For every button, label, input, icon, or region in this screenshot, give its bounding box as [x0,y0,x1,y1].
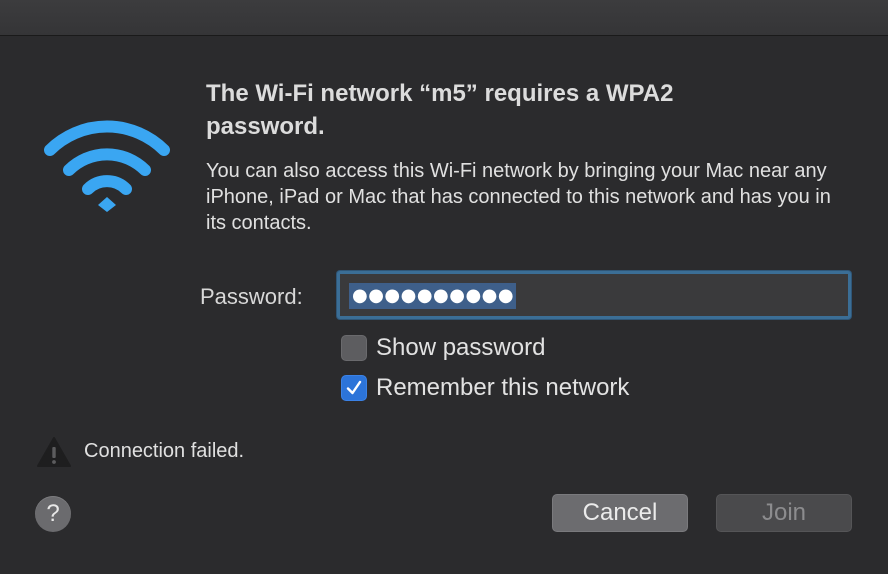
dialog-heading: The Wi-Fi network “m5” requires a WPA2 p… [206,80,674,140]
show-password-option[interactable]: Show password [341,333,545,363]
cancel-button[interactable]: Cancel [552,494,688,532]
password-input[interactable]: ●●●●●●●●●● [337,271,851,319]
checkmark-icon [346,380,362,395]
window-titlebar [0,0,888,36]
wifi-icon [44,120,170,212]
password-label: Password: [200,284,303,309]
remember-network-label[interactable]: Remember this network [376,374,629,402]
wifi-password-dialog: The Wi-Fi network “m5” requires a WPA2 p… [0,36,888,574]
remember-network-option[interactable]: Remember this network [341,373,629,403]
password-masked-value: ●●●●●●●●●● [349,283,517,309]
warning-icon [37,437,71,467]
join-button[interactable]: Join [716,494,852,532]
dialog-description: You can also access this Wi-Fi network b… [206,160,831,234]
show-password-checkbox[interactable] [341,335,367,361]
help-button[interactable]: ? [35,496,71,532]
remember-network-checkbox[interactable] [341,375,367,401]
connection-status: Connection failed. [84,440,245,462]
show-password-label[interactable]: Show password [376,334,545,362]
